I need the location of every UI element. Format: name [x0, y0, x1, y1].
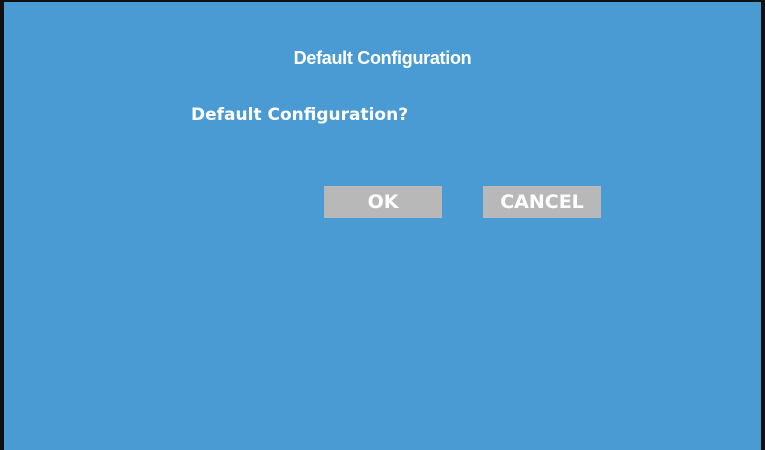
dialog-title: Default Configuration	[293, 48, 472, 68]
config-dialog: Default Configuration Default Configurat…	[0, 0, 765, 450]
dialog-prompt: Default Configuration?	[191, 105, 409, 125]
cancel-button[interactable]: CANCEL	[483, 186, 601, 218]
ok-button[interactable]: OK	[324, 186, 442, 218]
